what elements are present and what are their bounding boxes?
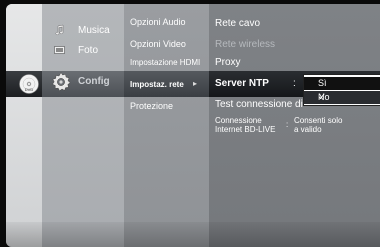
network-item-server-ntp[interactable]: Server NTP <box>215 78 269 89</box>
settings-item-protezione[interactable]: Protezione <box>130 101 173 111</box>
ntp-dropdown[interactable]: Sì ✓ No <box>303 74 380 106</box>
settings-screen: DVD Musica Foto Config Opzioni Audio Opz… <box>0 0 380 247</box>
disc-icon: DVD <box>19 74 39 94</box>
dropdown-option-label: No <box>318 92 330 102</box>
bdlive-value-line1: Consenti solo <box>294 116 343 125</box>
disc-column <box>6 4 42 247</box>
network-item-proxy[interactable]: Proxy <box>215 57 241 68</box>
settings-item-audio[interactable]: Opzioni Audio <box>130 17 186 27</box>
gear-icon <box>50 71 72 93</box>
bottom-shade <box>6 222 380 247</box>
submenu-arrow-icon: ▸ <box>193 79 198 88</box>
network-item-test-connessione[interactable]: Test connessione di <box>215 99 303 110</box>
photo-icon <box>54 45 66 55</box>
network-item-rete-wireless: Rete wireless <box>215 39 276 50</box>
dropdown-option-no[interactable]: ✓ No <box>304 91 380 104</box>
svg-text:DVD: DVD <box>25 87 34 92</box>
main-menu-column <box>42 4 124 247</box>
settings-item-video[interactable]: Opzioni Video <box>130 39 186 49</box>
dropdown-option-si[interactable]: Sì <box>304 77 380 90</box>
main-item-label: Config <box>78 76 110 87</box>
settings-item-network[interactable]: Impostaz. rete <box>130 80 184 89</box>
music-icon <box>54 24 66 36</box>
bdlive-value: Consenti solo a valido <box>294 116 342 134</box>
bdlive-value-line2: a valido <box>294 125 322 134</box>
main-item-label: Foto <box>78 45 99 56</box>
bdlive-label-line2: Internet BD-LIVE <box>215 125 276 134</box>
bdlive-label-line1: Connessione <box>215 116 262 125</box>
bdlive-colon: : <box>286 120 289 129</box>
main-item-label: Musica <box>78 25 110 36</box>
network-item-rete-cavo[interactable]: Rete cavo <box>215 18 260 29</box>
network-item-bdlive[interactable]: Connessione Internet BD-LIVE <box>215 116 275 134</box>
ntp-colon: : <box>293 78 296 89</box>
dropdown-option-label: Sì <box>318 78 327 88</box>
settings-item-hdmi[interactable]: Impostazione HDMI <box>130 58 200 67</box>
